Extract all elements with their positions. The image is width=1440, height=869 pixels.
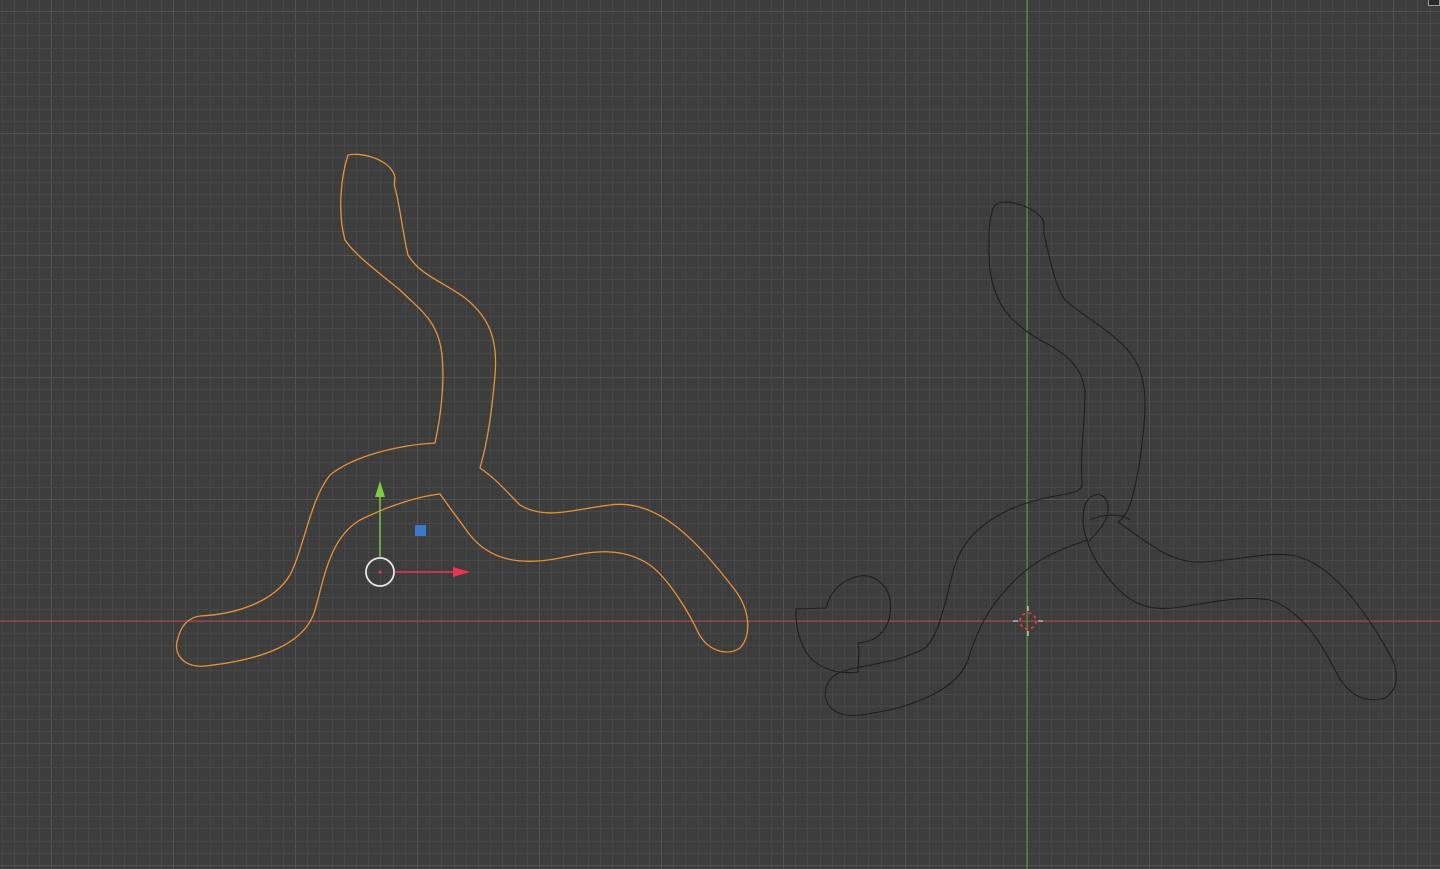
origin-dot-icon — [378, 570, 382, 574]
unselected-curve-outline[interactable] — [824, 201, 1397, 716]
scene-overlay — [0, 0, 1440, 869]
y-arrow-head-icon[interactable] — [375, 481, 385, 497]
free-move-handle-icon[interactable] — [415, 525, 426, 536]
selected-curve-outline[interactable] — [175, 153, 749, 667]
3d-viewport[interactable] — [0, 0, 1440, 869]
x-arrow-head-icon[interactable] — [453, 567, 470, 577]
area-corner-icon[interactable] — [1428, 0, 1440, 6]
unselected-curve-hook — [795, 575, 891, 674]
transform-gizmo[interactable] — [365, 481, 470, 587]
